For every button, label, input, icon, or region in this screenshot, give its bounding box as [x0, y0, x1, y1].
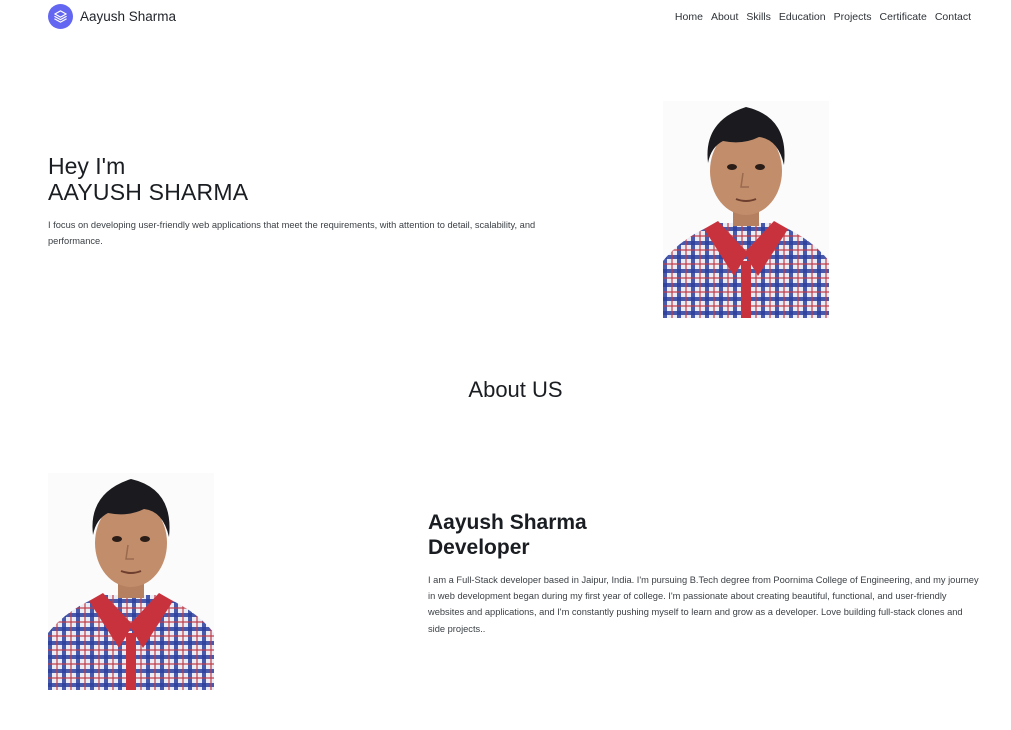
portrait-image [48, 473, 214, 690]
hero-greeting: Hey I'm [48, 153, 126, 179]
nav-item-projects[interactable]: Projects [834, 11, 872, 23]
navbar: Aayush Sharma Home About Skills Educatio… [0, 0, 1011, 36]
hero-name: AAYUSH SHARMA [48, 179, 249, 205]
about-description: I am a Full-Stack developer based in Jai… [428, 575, 979, 634]
hero-text: Hey I'm AAYUSH SHARMA I focus on develop… [48, 153, 608, 249]
about-section-title: About US [468, 377, 563, 402]
nav-item-about[interactable]: About [711, 11, 738, 23]
hero-description: I focus on developing user-friendly web … [48, 220, 536, 246]
nav-item-certificate[interactable]: Certificate [880, 11, 927, 23]
about-name: Aayush Sharma [428, 511, 587, 534]
nav-item-home[interactable]: Home [675, 11, 703, 23]
layers-icon [48, 4, 73, 29]
nav-links: Home About Skills Education Projects Cer… [667, 11, 971, 23]
about-profile-photo [48, 473, 214, 690]
about-text: Aayush Sharma Developer I am a Full-Stac… [428, 510, 980, 637]
brand-link[interactable]: Aayush Sharma [48, 4, 176, 29]
nav-item-skills[interactable]: Skills [746, 11, 771, 23]
about-role: Developer [428, 536, 530, 559]
portrait-image [663, 101, 829, 318]
nav-item-education[interactable]: Education [779, 11, 826, 23]
nav-item-contact[interactable]: Contact [935, 11, 971, 23]
brand-name: Aayush Sharma [80, 9, 177, 24]
hero-profile-photo [663, 101, 829, 318]
